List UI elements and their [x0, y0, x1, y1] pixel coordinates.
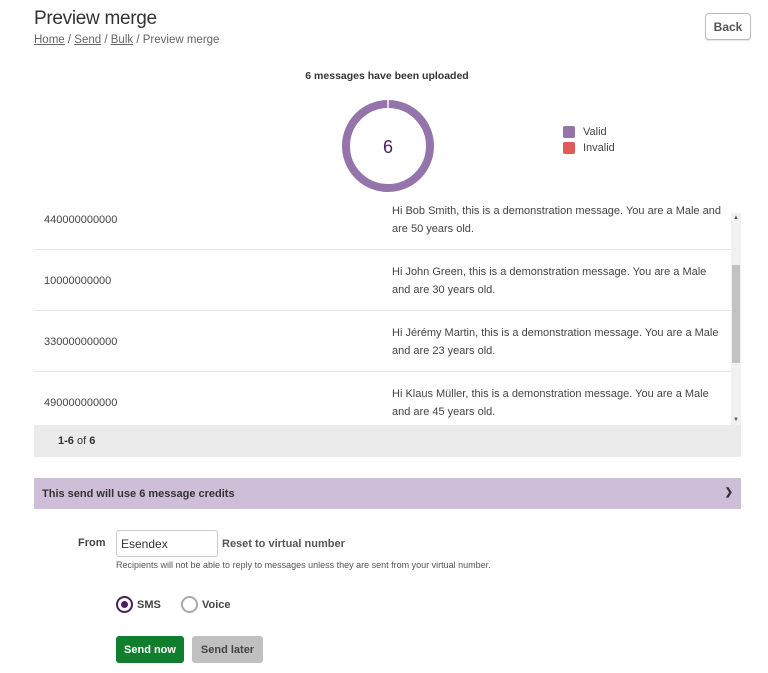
legend-invalid: Invalid — [563, 140, 615, 156]
table-scrollbar[interactable]: ▲ ▼ — [731, 213, 741, 425]
upload-summary: 6 messages have been uploaded — [305, 70, 469, 82]
scroll-down-icon[interactable]: ▼ — [732, 417, 740, 423]
send-later-button[interactable]: Send later — [192, 636, 263, 663]
valid-swatch — [563, 126, 575, 138]
chevron-down-icon: ❯ — [724, 487, 733, 498]
message-text: Hi John Green, this is a demonstration m… — [392, 266, 707, 296]
send-now-button[interactable]: Send now — [116, 636, 184, 663]
table-row: 440000000000 Hi Bob Smith, this is a demo… — [34, 205, 731, 250]
pagination: 1-6 of 6 — [34, 425, 741, 457]
from-label: From — [78, 537, 106, 549]
legend-valid: Valid — [563, 124, 615, 140]
credits-panel-toggle[interactable]: This send will use 6 message credits ❯ — [34, 478, 741, 509]
phone-number: 10000000000 — [44, 274, 112, 287]
message-text: Hi Klaus Müller, this is a demonstration… — [392, 388, 709, 418]
phone-number: 490000000000 — [44, 396, 118, 409]
phone-number: 440000000000 — [44, 213, 118, 226]
breadcrumb-send[interactable]: Send — [74, 34, 101, 46]
radio-voice[interactable]: Voice — [181, 596, 231, 613]
radio-checked-icon[interactable] — [116, 596, 133, 613]
breadcrumb: Home / Send / Bulk / Preview merge — [34, 34, 220, 46]
from-hint: Recipients will not be able to reply to … — [116, 560, 491, 570]
table-row: 10000000000 Hi John Green, this is a demo… — [34, 250, 731, 311]
breadcrumb-home[interactable]: Home — [34, 34, 65, 46]
radio-unchecked-icon[interactable] — [181, 596, 198, 613]
table-row: 490000000000 Hi Klaus Müller, this is a d… — [34, 372, 731, 425]
message-text: Hi Jérémy Martin, this is a demonstratio… — [392, 327, 719, 357]
chart-legend: Valid Invalid — [563, 124, 615, 156]
phone-number: 330000000000 — [44, 335, 118, 348]
from-input[interactable] — [116, 530, 218, 557]
scroll-up-icon[interactable]: ▲ — [732, 215, 740, 221]
radio-sms[interactable]: SMS — [116, 596, 161, 613]
page-title: Preview merge — [34, 8, 157, 29]
messages-table: 440000000000 Hi Bob Smith, this is a demo… — [34, 205, 741, 425]
valid-invalid-donut: 6 — [342, 100, 434, 192]
scrollbar-thumb[interactable] — [732, 265, 740, 363]
back-button[interactable]: Back — [705, 13, 751, 40]
invalid-swatch — [563, 142, 575, 154]
donut-total: 6 — [383, 137, 393, 157]
reset-virtual-number-link[interactable]: Reset to virtual number — [222, 538, 345, 550]
message-text: Hi Bob Smith, this is a demonstration me… — [392, 205, 721, 235]
breadcrumb-bulk[interactable]: Bulk — [111, 34, 133, 46]
breadcrumb-current: Preview merge — [142, 34, 220, 46]
table-row: 330000000000 Hi Jérémy Martin, this is a … — [34, 311, 731, 372]
